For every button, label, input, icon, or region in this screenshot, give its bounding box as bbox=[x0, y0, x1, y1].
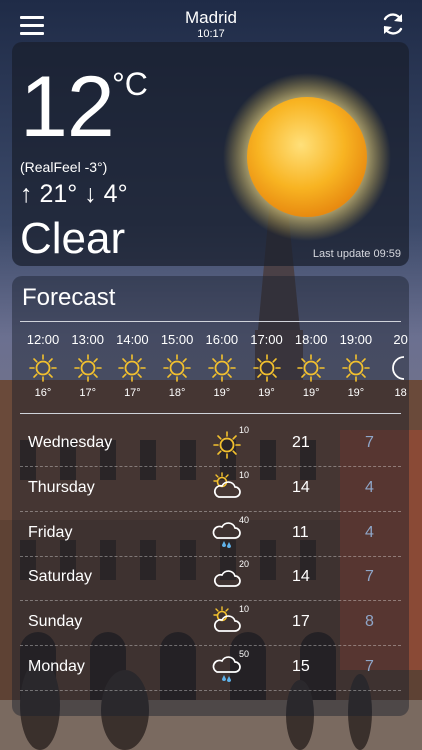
top-bar: Madrid 10:17 bbox=[0, 0, 422, 44]
day-high: 17 bbox=[292, 613, 310, 631]
last-update: Last update 09:59 bbox=[312, 248, 401, 260]
day-low: 8 bbox=[365, 613, 374, 631]
hour-time: 12:00 bbox=[26, 332, 60, 347]
hour-time: 19:00 bbox=[339, 332, 373, 347]
hourly-item: 12:00 16° bbox=[20, 332, 66, 399]
day-low: 7 bbox=[365, 658, 374, 675]
sun-icon bbox=[73, 353, 103, 383]
hourly-item: 15:00 18° bbox=[154, 332, 200, 399]
day-high: 15 bbox=[292, 658, 310, 675]
hour-time: 14:00 bbox=[116, 332, 149, 347]
hourly-item: 20 18 bbox=[378, 332, 409, 399]
precipitation-chance: 10 bbox=[239, 469, 250, 480]
hourly-item: 19:00 19° bbox=[333, 332, 379, 399]
sun-icon bbox=[117, 353, 147, 383]
hour-time: 15:00 bbox=[160, 332, 194, 347]
hourly-item: 16:00 19° bbox=[199, 332, 245, 399]
city-name[interactable]: Madrid bbox=[0, 8, 422, 28]
precipitation-chance: 20 bbox=[239, 559, 250, 570]
sun-icon bbox=[162, 353, 192, 383]
weather-condition: Clear bbox=[20, 214, 126, 263]
hourly-forecast[interactable]: 12:00 16° 13:00 17° 14:00 17° 15:00 18° 16:00 19°… bbox=[20, 332, 409, 408]
hourly-item: 17:00 19° bbox=[244, 332, 290, 399]
forecast-title: Forecast bbox=[22, 284, 116, 311]
day-name: Wednesday bbox=[28, 434, 113, 451]
forecast-card: Forecast 12:00 16° 13:00 17° 14:00 17° 15:00 18… bbox=[12, 276, 409, 716]
daily-row[interactable]: Monday 50 15 7 bbox=[20, 646, 401, 691]
hour-temperature: 18° bbox=[168, 387, 186, 399]
sun-icon bbox=[252, 353, 282, 383]
day-name: Thursday bbox=[28, 478, 95, 496]
day-high: 21 bbox=[292, 434, 310, 451]
day-high: 14 bbox=[292, 478, 310, 496]
divider bbox=[20, 321, 401, 322]
sun-icon bbox=[28, 353, 58, 383]
hour-temperature: 17° bbox=[124, 387, 141, 399]
sun-icon bbox=[207, 353, 237, 383]
refresh-icon[interactable] bbox=[380, 11, 406, 37]
daily-row[interactable]: Saturday 20 14 7 bbox=[20, 556, 401, 602]
day-name: Monday bbox=[28, 658, 85, 675]
high-low-temperature: ↑ 21° ↓ 4° bbox=[20, 180, 128, 209]
hour-time: 13:00 bbox=[71, 332, 104, 347]
hour-time: 18:00 bbox=[294, 332, 328, 347]
day-low: 7 bbox=[365, 568, 374, 586]
hour-time: 17:00 bbox=[250, 332, 283, 347]
precipitation-chance: 50 bbox=[239, 649, 250, 659]
daily-row[interactable]: Thursday 10 14 4 bbox=[20, 467, 401, 512]
hour-temperature: 19° bbox=[347, 387, 365, 399]
day-high: 11 bbox=[292, 523, 309, 541]
hourly-item: 18:00 19° bbox=[288, 332, 334, 399]
moon-icon bbox=[386, 353, 409, 383]
precipitation-chance: 10 bbox=[239, 604, 250, 615]
hourly-item: 13:00 17° bbox=[65, 332, 111, 399]
hour-temperature: 18 bbox=[394, 387, 407, 399]
daily-row[interactable]: Wednesday 10 21 7 bbox=[20, 422, 401, 467]
temperature-unit: °C bbox=[112, 66, 148, 102]
daily-row[interactable]: Friday 40 11 4 bbox=[20, 512, 401, 557]
day-name: Friday bbox=[28, 523, 73, 541]
precipitation-chance: 40 bbox=[239, 514, 250, 525]
sun-icon bbox=[341, 353, 371, 383]
low-temperature: ↓ 4° bbox=[84, 180, 128, 208]
sun-icon bbox=[223, 73, 391, 241]
hour-temperature: 16° bbox=[34, 387, 52, 399]
current-conditions-card[interactable]: 12 °C (RealFeel -3°) ↑ 21° ↓ 4° Clear La… bbox=[12, 42, 409, 266]
precipitation-chance: 10 bbox=[239, 425, 250, 435]
hour-temperature: 19° bbox=[213, 387, 231, 399]
hour-temperature: 17° bbox=[79, 387, 96, 399]
day-low: 4 bbox=[365, 478, 374, 496]
sun-icon bbox=[296, 353, 326, 383]
hour-time: 20 bbox=[393, 332, 408, 347]
day-low: 4 bbox=[365, 523, 374, 541]
day-name: Sunday bbox=[28, 613, 83, 631]
hourly-item: 14:00 17° bbox=[109, 332, 155, 399]
current-temperature: 12 bbox=[20, 59, 115, 155]
hour-time: 16:00 bbox=[205, 332, 239, 347]
day-high: 14 bbox=[292, 568, 310, 586]
realfeel-temperature: (RealFeel -3°) bbox=[20, 159, 108, 175]
divider bbox=[20, 413, 401, 414]
current-time: 10:17 bbox=[197, 28, 225, 40]
daily-row[interactable]: Sunday 10 17 8 bbox=[20, 601, 401, 647]
day-low: 7 bbox=[365, 434, 374, 451]
day-name: Saturday bbox=[28, 568, 93, 586]
hour-temperature: 19° bbox=[258, 387, 275, 399]
hour-temperature: 19° bbox=[302, 387, 320, 399]
high-temperature: ↑ 21° bbox=[20, 180, 78, 208]
